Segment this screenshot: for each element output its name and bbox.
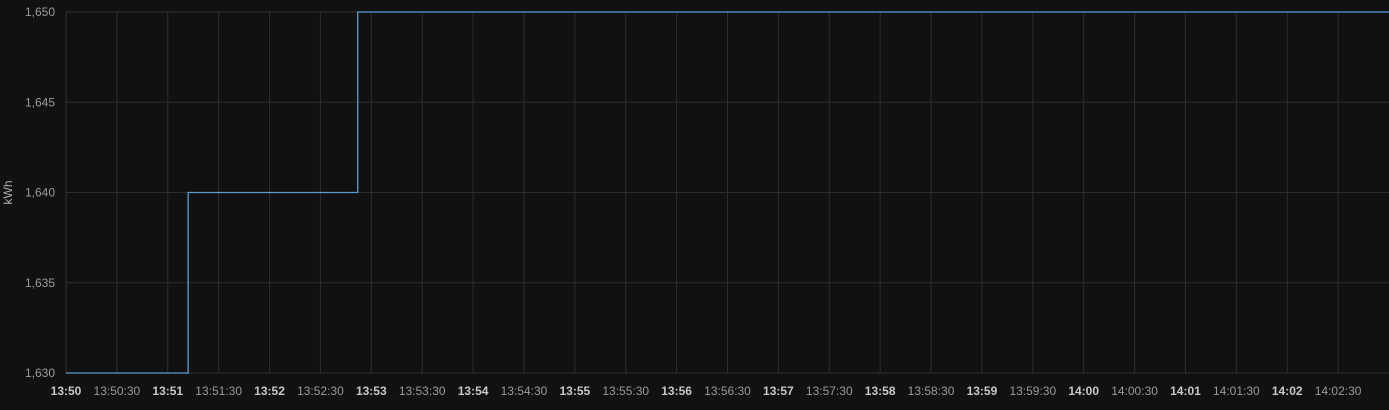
- y-tick-label: 1,650: [25, 5, 55, 19]
- x-tick-label: 13:57: [763, 384, 794, 398]
- y-axis-ticks: 1,630 1,635 1,640 1,645 1,650: [25, 5, 55, 380]
- x-tick-label: 13:50:30: [94, 384, 141, 398]
- x-tick-label: 13:53:30: [399, 384, 446, 398]
- x-tick-label: 14:01: [1170, 384, 1201, 398]
- x-tick-label: 13:56: [661, 384, 692, 398]
- y-tick-label: 1,630: [25, 366, 55, 380]
- x-tick-label: 13:58:30: [908, 384, 955, 398]
- energy-chart: 1,6301,6351,6401,6451,650 13:50 13:50:30 1…: [1, 5, 1389, 398]
- x-tick-label: 13:56:30: [704, 384, 751, 398]
- x-tick-label: 14:02:30: [1315, 384, 1362, 398]
- x-tick-label: 13:52: [254, 384, 285, 398]
- x-tick-label: 13:50: [51, 384, 82, 398]
- x-tick-label: 13:58: [865, 384, 896, 398]
- x-tick-label: 13:59:30: [1009, 384, 1056, 398]
- x-tick-label: 13:55: [559, 384, 590, 398]
- y-tick-label: 1,645: [25, 95, 55, 109]
- x-tick-label: 13:57:30: [806, 384, 853, 398]
- x-tick-label: 13:55:30: [602, 384, 649, 398]
- x-tick-label: 13:59: [967, 384, 998, 398]
- x-tick-label: 14:00:30: [1111, 384, 1158, 398]
- x-axis-ticks: 13:50 13:50:30 13:51 13:51:30 13:52 13:52:30 1…: [51, 384, 1362, 398]
- x-tick-label: 14:02: [1272, 384, 1303, 398]
- x-tick-label: 14:01:30: [1213, 384, 1260, 398]
- x-tick-label: 13:53: [356, 384, 387, 398]
- x-tick-label: 13:54:30: [501, 384, 548, 398]
- x-tick-label: 13:51: [152, 384, 183, 398]
- x-tick-label: 13:52:30: [297, 384, 344, 398]
- y-axis-title: kWh: [1, 181, 15, 205]
- y-tick-label: 1,640: [25, 186, 55, 200]
- y-tick-label: 1,635: [25, 276, 55, 290]
- x-tick-label: 13:51:30: [195, 384, 242, 398]
- x-tick-label: 13:54: [458, 384, 489, 398]
- x-tick-label: 14:00: [1068, 384, 1099, 398]
